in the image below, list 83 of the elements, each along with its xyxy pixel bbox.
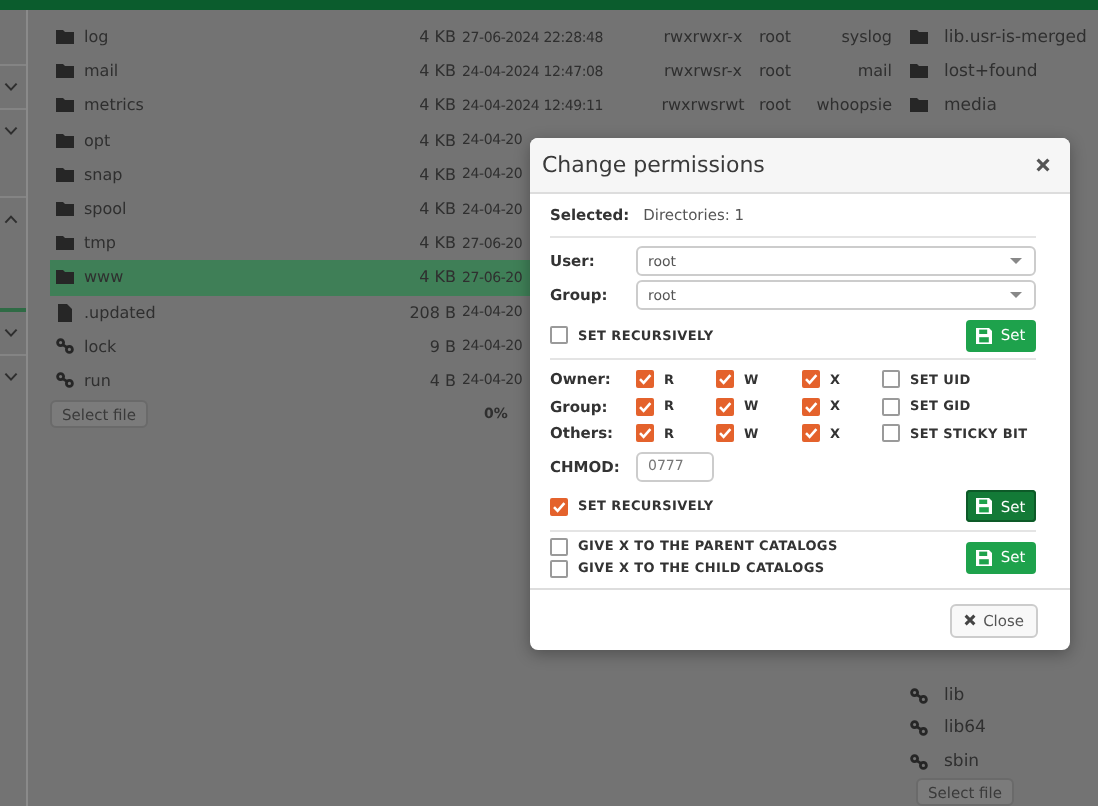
save-icon [976, 327, 993, 343]
checkbox[interactable] [636, 424, 654, 443]
checkbox[interactable] [882, 370, 900, 389]
link-icon [909, 687, 927, 704]
file-name: snap [84, 165, 123, 184]
file-owner: root [758, 62, 792, 81]
file-size: 4 KB [419, 165, 456, 184]
caret-icon [1010, 292, 1022, 298]
file-permissions: rwxrwxr-x [663, 28, 743, 47]
file-name: spool [84, 200, 127, 219]
chevron-down-icon[interactable] [4, 126, 18, 136]
file-permissions: rwxrwsrwt [661, 96, 745, 115]
file-permissions: rwxrwsr-x [664, 62, 742, 81]
checkbox[interactable] [802, 397, 820, 416]
link-icon [56, 372, 74, 389]
folder-icon [56, 133, 74, 148]
file-size: 4 KB [419, 62, 456, 81]
link-icon [909, 720, 927, 737]
checkbox[interactable] [636, 397, 654, 416]
checkbox[interactable] [716, 397, 734, 416]
save-icon [976, 498, 993, 514]
folder-icon [56, 64, 74, 79]
file-name: metrics [84, 96, 144, 115]
folder-icon [56, 98, 74, 113]
chevron-down-icon[interactable] [4, 82, 18, 92]
file-group: syslog [841, 28, 892, 47]
file-name: lost+found [942, 61, 1038, 82]
folder-icon [56, 270, 74, 285]
checkbox[interactable] [716, 424, 734, 443]
file-name: run [84, 371, 111, 390]
file-name: lib [942, 685, 965, 706]
checkbox[interactable] [550, 326, 568, 344]
close-icon[interactable] [1036, 158, 1050, 172]
chevron-up-icon[interactable] [4, 214, 18, 224]
checkbox[interactable] [882, 397, 900, 416]
checkbox[interactable] [550, 537, 568, 555]
file-size: 4 KB [419, 28, 456, 47]
file-group: whoopsie [816, 96, 892, 115]
file-group: mail [857, 62, 892, 81]
folder-icon [56, 30, 74, 45]
file-size: 9 B [429, 337, 456, 356]
folder-icon [909, 98, 927, 113]
file-name: media [942, 95, 997, 116]
checkbox[interactable] [802, 424, 820, 443]
file-size: 4 KB [419, 131, 456, 150]
checkbox[interactable] [550, 497, 568, 515]
folder-icon [909, 30, 927, 45]
file-size: 4 B [429, 371, 456, 390]
chevron-down-icon[interactable] [4, 328, 18, 338]
file-name: lib64 [942, 718, 986, 739]
file-owner: root [758, 96, 792, 115]
file-name: log [84, 28, 109, 47]
folder-icon [56, 236, 74, 251]
file-name: lib.usr-is-merged [942, 27, 1087, 48]
folder-icon [56, 167, 74, 182]
file-size: 4 KB [419, 200, 456, 219]
file-name: tmp [84, 234, 117, 253]
link-icon [56, 338, 74, 355]
file-name: sbin [942, 751, 980, 772]
checkbox[interactable] [636, 370, 654, 389]
checkbox[interactable] [550, 559, 568, 577]
checkbox[interactable] [882, 424, 900, 443]
file-name: www [84, 268, 124, 287]
file-name: .updated [84, 303, 156, 322]
checkbox[interactable] [716, 370, 734, 389]
file-size: 4 KB [419, 268, 456, 287]
file-icon [58, 303, 72, 322]
link-icon [909, 753, 927, 770]
save-icon [976, 549, 993, 565]
dialog-title: Change permissions [542, 152, 765, 178]
file-size: 208 B [409, 303, 456, 322]
file-size: 4 KB [419, 234, 456, 253]
close-icon [963, 614, 976, 626]
file-size: 4 KB [419, 96, 456, 115]
file-name: opt [84, 131, 111, 150]
folder-icon [909, 64, 927, 79]
file-name: lock [84, 337, 117, 356]
checkbox[interactable] [802, 370, 820, 389]
file-owner: root [758, 28, 792, 47]
file-name: mail [84, 62, 119, 81]
caret-icon [1010, 258, 1022, 264]
folder-icon [56, 202, 74, 217]
chevron-down-icon[interactable] [4, 372, 18, 382]
